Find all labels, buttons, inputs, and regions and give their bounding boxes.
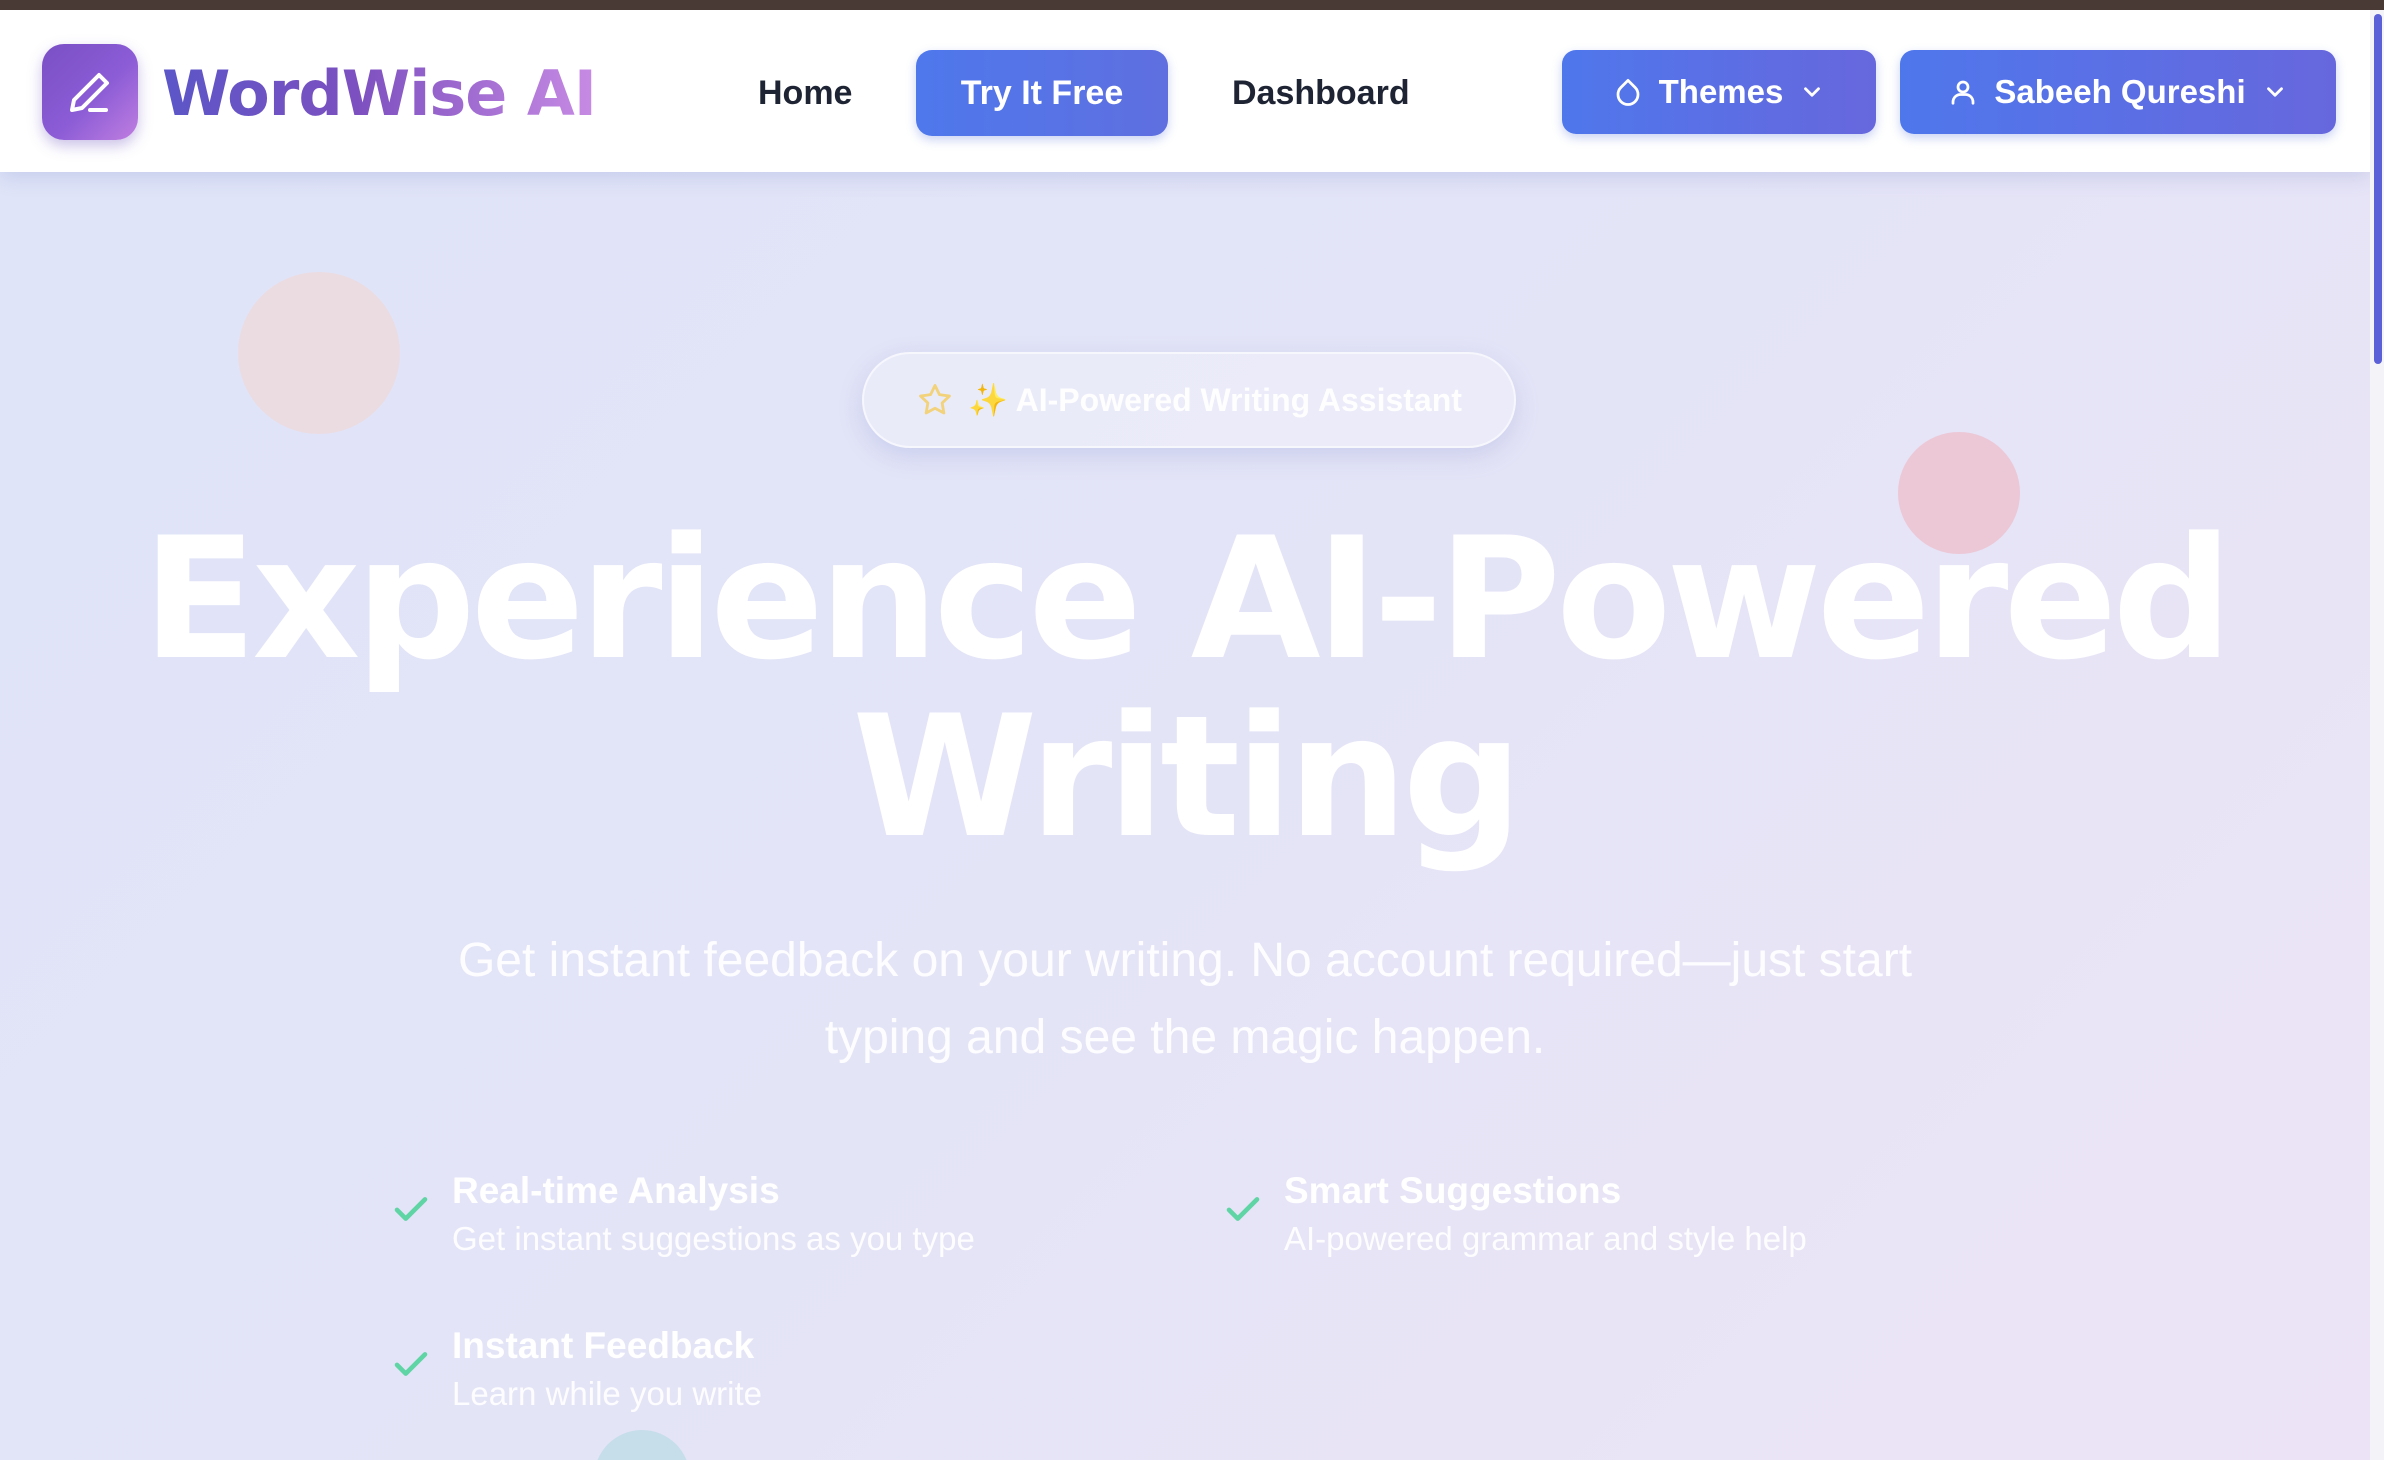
hero-title-line-1: Experience AI-Powered [142,501,2232,697]
brand-name[interactable]: WordWise AI [162,58,597,130]
browser-viewport: WordWise AI Home Try It Free Dashboard T… [0,10,2384,1460]
decorative-circle [594,1430,690,1460]
feature-item-realtime-analysis: Real-time Analysis Get instant suggestio… [390,1166,975,1262]
scrollbar-thumb[interactable] [2374,14,2382,364]
chevron-down-icon [2266,87,2283,97]
hero-subtitle-line-2: typing and see the magic happen. [824,1011,1546,1064]
user-name: Sabeeh Qureshi [1994,73,2246,110]
feature-description: Get instant suggestions as you type [452,1220,975,1257]
pen-icon [70,73,109,112]
hero-subtitle-line-1: Get instant feedback on your writing. No… [457,934,1913,987]
feature-item-instant-feedback: Instant Feedback Learn while you write [390,1321,762,1417]
hero-title-line-2: Writing [852,679,1523,875]
feature-title: Real-time Analysis [452,1170,780,1211]
decorative-circle [238,272,400,434]
logo[interactable] [42,44,138,140]
star-icon [919,384,951,415]
scrollbar[interactable] [2370,10,2384,1460]
themes-label: Themes [1658,73,1784,110]
hero-title: Experience AI-Powered Writing [0,510,2370,866]
themes-dropdown-button[interactable]: Themes [1562,50,1876,134]
nav-link-home[interactable]: Home [758,68,852,118]
feature-description: Learn while you write [452,1375,762,1412]
feature-title: Smart Suggestions [1284,1170,1622,1211]
feature-title: Instant Feedback [452,1325,755,1366]
hero-badge: ✨ AI-Powered Writing Assistant [862,352,1516,448]
droplet-icon [1616,79,1640,106]
top-navbar: WordWise AI Home Try It Free Dashboard T… [0,10,2370,172]
try-it-free-button[interactable]: Try It Free [916,50,1168,136]
feature-item-smart-suggestions: Smart Suggestions AI-powered grammar and… [1222,1166,1807,1262]
check-icon [394,1352,428,1376]
hero-badge-label: ✨ AI-Powered Writing Assistant [968,382,1462,418]
check-icon [1226,1197,1260,1221]
chevron-down-icon [1804,87,1821,97]
user-icon [1951,80,1975,105]
user-menu-button[interactable]: Sabeeh Qureshi [1900,50,2336,134]
check-icon [394,1197,428,1221]
feature-description: AI-powered grammar and style help [1284,1220,1807,1257]
nav-link-dashboard[interactable]: Dashboard [1232,68,1410,118]
hero-subtitle: Get instant feedback on your writing. No… [385,922,1985,1076]
